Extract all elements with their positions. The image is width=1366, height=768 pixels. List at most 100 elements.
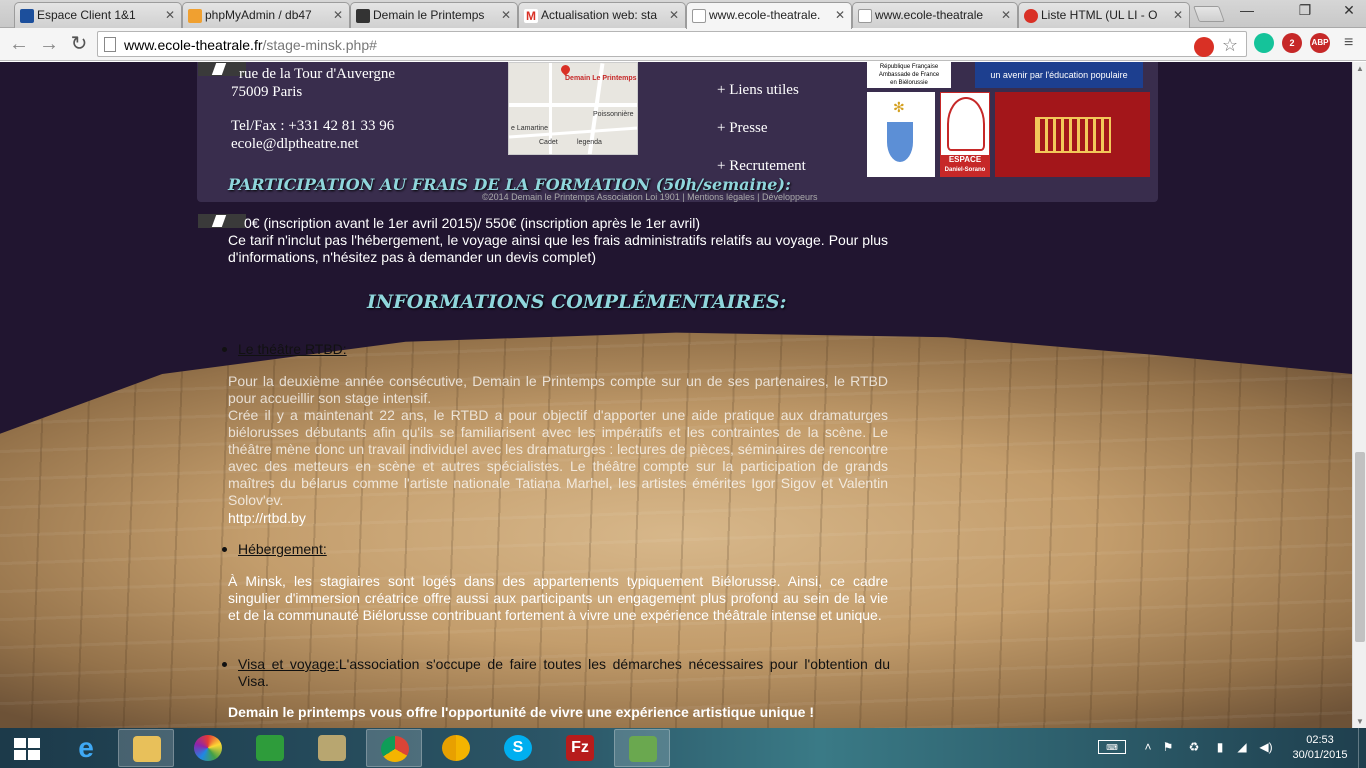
scrollbar-thumb[interactable] [1355,452,1365,642]
battery-icon[interactable]: ▮ [1212,740,1228,754]
page-favicon-icon [692,9,706,23]
gmail-favicon-icon: M [524,9,538,23]
taskbar-picasa[interactable] [180,729,236,767]
price-tag-icon [198,214,246,228]
new-tab-button[interactable] [1193,6,1225,22]
scroll-up-arrow-icon[interactable]: ▲ [1356,64,1364,73]
scroll-down-arrow-icon[interactable]: ▼ [1356,717,1364,726]
dlp-favicon-icon [356,9,370,23]
back-button[interactable]: ← [6,32,32,58]
map-pin-icon [559,63,572,76]
rtbd-link[interactable]: http://rtbd.by [228,510,888,527]
page-scrollbar[interactable]: ▲ ▼ [1352,62,1366,728]
recycle-icon[interactable]: ♻ [1186,740,1202,754]
close-icon[interactable]: ✕ [835,8,845,22]
tab-ecole-theatrale[interactable]: www.ecole-theatrale ✕ [852,2,1018,28]
taskbar-notepad-plus[interactable] [614,729,670,767]
tab-phpmyadmin[interactable]: phpMyAdmin / db47 ✕ [182,2,350,28]
url-text[interactable]: www.ecole-theatrale.fr/stage-minsk.php# [124,37,377,53]
hebergement-title: Hébergement: [238,541,327,557]
taskbar-notepad[interactable] [304,729,360,767]
flower-icon: ✻ [893,99,905,115]
page-viewport: rue de la Tour d'Auvergne 75009 Paris Te… [0,62,1352,728]
closing-statement: Demain le printemps vous offre l'opportu… [228,704,815,720]
close-icon[interactable]: ✕ [333,8,343,22]
list-item-rtbd: Le théâtre RTBD: [222,341,347,357]
notepad-plus-icon [629,736,657,762]
face-icon [947,97,985,151]
close-icon[interactable]: ✕ [165,8,175,22]
logo-theatre-building[interactable] [995,92,1150,177]
close-icon[interactable]: ✕ [1001,8,1011,22]
lastpass-icon[interactable] [1194,37,1214,57]
map-road [509,103,637,107]
address-bar[interactable]: www.ecole-theatrale.fr/stage-minsk.php# … [97,31,1247,57]
clock-date: 30/01/2015 [1292,749,1348,761]
map-pin-label: Demain Le Printemps [565,75,637,82]
espace-text: ESPACE [948,155,982,164]
volume-icon[interactable]: ◀) [1258,740,1274,754]
keyboard-icon[interactable]: ⌨ [1098,740,1126,754]
footer-address: rue de la Tour d'Auvergne 75009 Paris Te… [231,65,395,153]
logo-education-populaire[interactable]: un avenir par l'éducation populaire [975,62,1143,88]
location-map[interactable]: Demain Le Printemps Poissonnière e Lamar… [508,62,638,155]
action-center-flag-icon[interactable]: ⚑ [1160,740,1176,754]
system-clock[interactable]: 02:53 30/01/2015 [1290,733,1350,763]
clock-time: 02:53 [1306,734,1334,746]
map-label: Cadet [539,139,558,146]
hebergement-paragraph: À Minsk, les stagiaires sont logés dans … [228,573,888,623]
logo-espace-sorano[interactable]: ESPACE Daniel-Sorano [940,92,990,177]
close-icon[interactable]: ✕ [501,8,511,22]
taskbar-skype[interactable]: S [490,729,546,767]
telfax: Tel/Fax : +331 42 81 33 96 [231,118,395,134]
adblock-plus-icon[interactable]: ABP [1310,33,1330,53]
taskbar-chrome[interactable] [366,729,422,767]
url-path: /stage-minsk.php# [262,37,377,53]
tab-liste-html[interactable]: Liste HTML (UL LI - O ✕ [1018,2,1190,28]
footer-link-recrutement[interactable]: + Recrutement [717,158,806,175]
help-favicon-icon [1024,9,1038,23]
reload-button[interactable]: ↻ [66,32,92,58]
taskbar-filezilla[interactable]: Fz [552,729,608,767]
notepad-icon [318,735,346,761]
footer-link-presse[interactable]: + Presse [717,120,768,137]
tab-demain-le-printemps[interactable]: Demain le Printemps ✕ [350,2,518,28]
phpmyadmin-favicon-icon [188,9,202,23]
visa-title: Visa et voyage: [238,656,339,672]
map-label: e Lamartine [511,125,548,132]
rtbd-title: Le théâtre RTBD: [238,341,347,357]
maximize-button[interactable]: ❐ [1290,0,1320,22]
close-window-button[interactable]: ✕ [1334,0,1364,22]
footer-link-liens-utiles[interactable]: + Liens utiles [717,82,799,99]
file-explorer-icon [133,736,161,762]
show-hidden-icons-icon[interactable]: ˄ [1140,740,1156,754]
taskbar-file-explorer[interactable] [118,729,174,767]
taskbar-chrome-canary[interactable] [428,729,484,767]
page-favicon-icon [858,9,872,23]
heading-informations: INFORMATIONS COMPLÉMENTAIRES: [367,291,787,313]
minimize-button[interactable]: — [1232,0,1262,22]
menu-icon[interactable]: ≡ [1344,34,1353,52]
close-icon[interactable]: ✕ [669,8,679,22]
windows-taskbar: e S Fz ⌨ ˄ ⚑ ♻ ▮ ◢ ◀) 02:53 30/01/2015 [0,728,1366,768]
espace-text: Daniel-Sorano [944,167,986,173]
taskbar-store[interactable] [242,729,298,767]
logo-republique-francaise[interactable]: République Française Ambassade de France… [867,62,951,88]
show-desktop-button[interactable] [1358,728,1366,768]
taskbar-internet-explorer[interactable]: e [58,729,114,767]
address-line1: rue de la Tour d'Auvergne [239,66,396,82]
logo-mask[interactable]: ✻ [867,92,935,177]
grammarly-icon[interactable] [1254,33,1274,53]
tab-espace-client[interactable]: Espace Client 1&1 ✕ [14,2,182,28]
bookmark-star-icon[interactable]: ☆ [1222,35,1238,56]
tab-gmail[interactable]: M Actualisation web: sta ✕ [518,2,686,28]
tab-ecole-theatrale-active[interactable]: www.ecole-theatrale. ✕ [686,2,852,29]
email[interactable]: ecole@dlptheatre.net [231,135,395,153]
ionos-favicon-icon [20,9,34,23]
network-signal-icon[interactable]: ◢ [1234,740,1250,754]
forward-button[interactable]: → [36,32,62,58]
start-button-windows-icon[interactable] [14,738,40,760]
extension-2-icon[interactable]: 2 [1282,33,1302,53]
close-icon[interactable]: ✕ [1173,8,1183,22]
map-label: legenda [577,139,602,146]
